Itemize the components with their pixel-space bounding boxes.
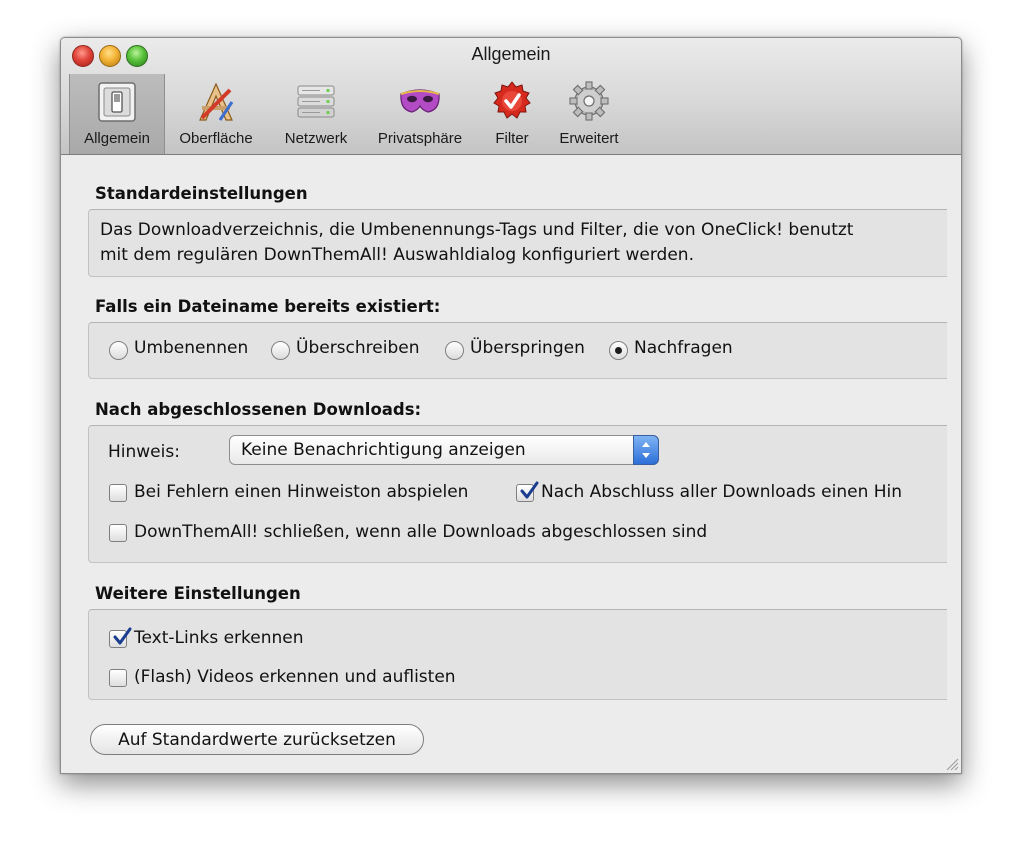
standard-group: Das Downloadverzeichnis, die Umbenennung… [88,209,947,277]
checkmark-icon [520,481,539,499]
hint-select[interactable]: Keine Benachrichtigung anzeigen [229,435,659,465]
gear-icon [569,81,609,121]
checkmark-icon [113,627,132,645]
more-group: Text-Links erkennen (Flash) Videos erken… [88,609,947,700]
radio-label-ueberspringen: Überspringen [470,338,585,358]
tab-label: Privatsphäre [377,130,463,147]
window-title: Allgemein [471,44,551,64]
radio-ueberschreiben[interactable] [271,341,290,360]
section-title-exists: Falls ein Dateiname bereits existiert: [95,297,441,316]
standard-description-line1: Das Downloadverzeichnis, die Umbenennung… [100,220,854,240]
tab-filter[interactable]: Filter [477,74,547,154]
checkbox-finish-notify[interactable] [516,481,539,502]
resize-grip-icon[interactable] [945,757,959,771]
tab-label: Netzwerk [284,130,348,147]
select-arrows-icon [633,435,659,465]
checkbox-label-finish-notify: Nach Abschluss aller Downloads einen Hin [541,482,903,502]
filter-badge-icon [493,81,531,119]
reset-defaults-button[interactable]: Auf Standardwerte zurücksetzen [90,724,424,755]
tab-oberflaeche[interactable]: Oberfläche [169,74,263,154]
switch-icon [98,82,136,122]
radio-umbenennen[interactable] [109,341,128,360]
radio-ueberspringen[interactable] [445,341,464,360]
radio-label-nachfragen: Nachfragen [634,338,733,358]
preferences-content: Standardeinstellungen Das Downloadverzei… [61,155,961,773]
checkbox-text-links[interactable] [109,627,132,648]
radio-label-ueberschreiben: Überschreiben [296,338,420,358]
radio-label-umbenennen: Umbenennen [134,338,249,358]
tab-privatsphaere[interactable]: Privatsphäre [367,74,473,154]
section-title-standard: Standardeinstellungen [95,184,308,203]
checkbox-flash-videos[interactable] [109,669,127,687]
checkbox-label-flash-videos: (Flash) Videos erkennen und auflisten [134,667,456,687]
after-group: Hinweis: Keine Benachrichtigung anzeigen… [88,425,947,563]
exists-group: Umbenennen Überschreiben Überspringen Na… [88,322,947,379]
hint-select-value: Keine Benachrichtigung anzeigen [241,440,526,460]
mask-icon [400,89,440,113]
network-server-icon [297,85,335,118]
section-title-after: Nach abgeschlossenen Downloads: [95,400,422,419]
checkbox-label-close-dta: DownThemAll! schließen, wenn alle Downlo… [134,522,708,542]
tab-label: Erweitert [559,130,619,147]
preferences-window: Allgemein Allgemein Oberfläche Netzwerk … [60,37,962,774]
tab-netzwerk[interactable]: Netzwerk [269,74,363,154]
checkbox-label-error-sound: Bei Fehlern einen Hinweiston abspielen [134,482,469,502]
standard-description-line2: mit dem regulären DownThemAll! Auswahldi… [100,245,694,265]
brush-pencil-ruler-icon [199,82,234,121]
radio-nachfragen[interactable] [609,341,628,360]
tab-label: Allgemein [84,130,150,147]
title-toolbar: Allgemein Allgemein Oberfläche Netzwerk … [61,38,961,155]
checkbox-close-dta[interactable] [109,524,127,542]
checkbox-label-text-links: Text-Links erkennen [134,628,304,648]
section-title-more: Weitere Einstellungen [95,584,301,603]
tab-allgemein[interactable]: Allgemein [69,74,165,154]
checkbox-error-sound[interactable] [109,484,127,502]
tab-label: Filter [495,130,529,147]
hint-label: Hinweis: [108,442,180,462]
tab-label: Oberfläche [179,130,253,147]
tab-erweitert[interactable]: Erweitert [549,74,629,154]
